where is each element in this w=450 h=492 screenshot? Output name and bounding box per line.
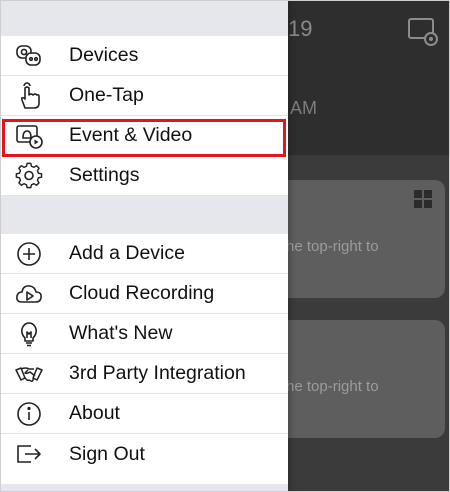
background-card-hint: he top-right to [286,238,379,255]
side-drawer: Devices One-Tap Event & Video Settings A… [0,0,288,492]
menu-item-label: One-Tap [69,84,144,106]
gear-icon [14,161,44,191]
menu-item-label: 3rd Party Integration [69,362,246,384]
drawer-bottom-spacer [0,484,288,492]
menu-item-label: About [69,402,120,424]
menu-item-sign-out[interactable]: Sign Out [0,434,288,474]
info-icon [14,399,44,429]
cloud-play-icon [14,279,44,309]
menu-item-add-device[interactable]: Add a Device [0,234,288,274]
drawer-section-divider [0,196,288,234]
background-ampm: AM [290,98,317,118]
menu-item-one-tap[interactable]: One-Tap [0,76,288,116]
menu-item-event-video[interactable]: Event & Video [0,116,288,156]
menu-item-label: Add a Device [69,242,185,264]
plus-circle-icon [14,239,44,269]
screen-settings-icon[interactable] [406,14,440,48]
grid-icon [414,190,432,208]
event-video-icon [14,121,44,151]
menu-item-label: What's New [69,322,173,344]
menu-item-label: Cloud Recording [69,282,215,304]
menu-item-label: Settings [69,164,140,186]
tap-hand-icon [14,81,44,111]
menu-item-cloud-recording[interactable]: Cloud Recording [0,274,288,314]
menu-item-label: Sign Out [69,442,145,465]
background-time: 19 [288,16,313,41]
menu-item-about[interactable]: About [0,394,288,434]
menu-item-devices[interactable]: Devices [0,36,288,76]
menu-item-settings[interactable]: Settings [0,156,288,196]
sign-out-icon [14,439,44,469]
background-card-hint: he top-right to [286,378,379,395]
menu-item-label: Event & Video [69,124,193,146]
drawer-top-spacer [0,0,288,36]
menu-item-third-party[interactable]: 3rd Party Integration [0,354,288,394]
lightbulb-icon [14,319,44,349]
handshake-icon [14,359,44,389]
menu-item-label: Devices [69,44,139,66]
menu-item-whats-new[interactable]: What's New [0,314,288,354]
cameras-icon [14,41,44,71]
